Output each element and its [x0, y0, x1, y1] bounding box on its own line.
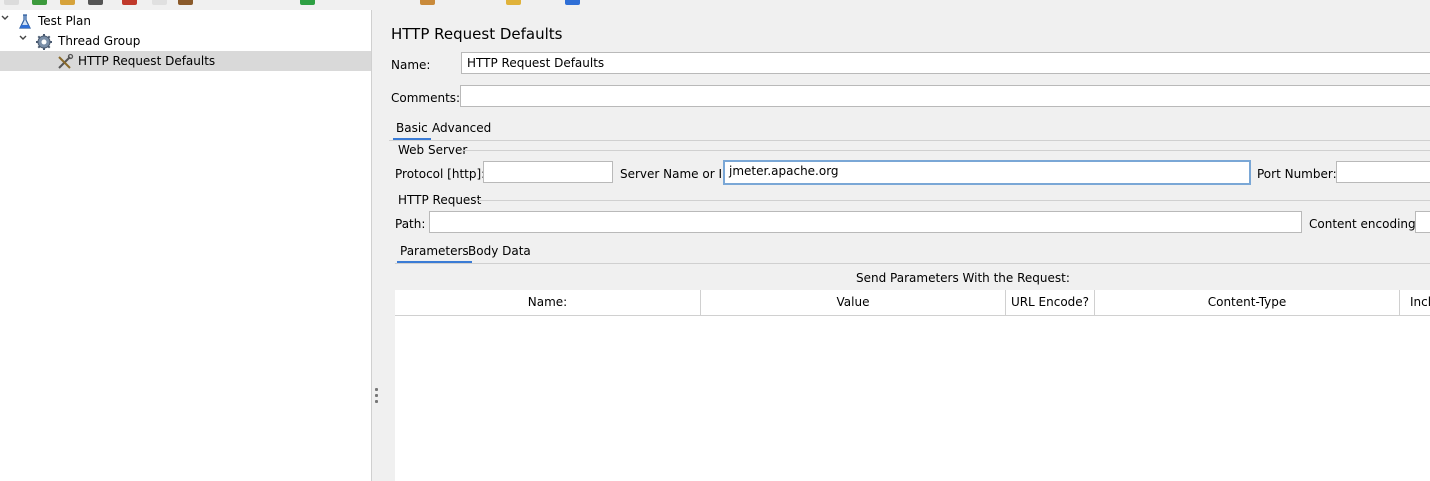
- web-server-section-label: Web Server: [398, 143, 468, 157]
- tab-divider: [389, 140, 1430, 141]
- port-number-field[interactable]: [1336, 161, 1430, 183]
- flask-icon: [16, 13, 34, 31]
- toolbar: [0, 0, 1430, 7]
- copy-icon[interactable]: [152, 0, 167, 5]
- config-panel: HTTP Request Defaults Name: HTTP Request…: [381, 10, 1430, 481]
- column-header-include[interactable]: Incl: [1400, 290, 1430, 315]
- content-encoding-label: Content encoding:: [1309, 217, 1420, 231]
- chevron-down-icon[interactable]: [18, 33, 28, 43]
- test-plan-tree: Test Plan Thread Group HTTP Request Defa…: [0, 10, 371, 481]
- tree-item-thread-group[interactable]: Thread Group: [0, 31, 371, 51]
- http-request-section-label: HTTP Request: [398, 193, 482, 207]
- gear-icon: [35, 33, 53, 51]
- column-header-value[interactable]: Value: [701, 290, 1006, 315]
- clear-icon[interactable]: [420, 0, 435, 5]
- tree-item-http-request-defaults[interactable]: HTTP Request Defaults: [0, 51, 371, 71]
- table-header: Name: Value URL Encode? Content-Type Inc…: [395, 290, 1430, 316]
- port-number-label: Port Number:: [1257, 167, 1337, 181]
- page-title: HTTP Request Defaults: [391, 25, 563, 43]
- tree-item-label: Test Plan: [38, 14, 91, 28]
- section-divider: [476, 200, 1430, 201]
- server-name-label: Server Name or IP:: [620, 167, 734, 181]
- save-icon[interactable]: [88, 0, 103, 5]
- tab-basic[interactable]: Basic: [393, 121, 431, 140]
- chevron-down-icon[interactable]: [0, 13, 10, 23]
- server-name-field[interactable]: jmeter.apache.org: [723, 160, 1251, 185]
- protocol-field[interactable]: [483, 161, 613, 183]
- splitter-grip-icon[interactable]: [375, 388, 378, 404]
- tree-item-label: Thread Group: [58, 34, 141, 48]
- path-field[interactable]: [429, 211, 1302, 233]
- comments-field[interactable]: [460, 85, 1430, 107]
- function-helper-icon[interactable]: [506, 0, 521, 5]
- cut-icon[interactable]: [122, 0, 137, 5]
- path-label: Path:: [395, 217, 426, 231]
- parameters-caption: Send Parameters With the Request:: [856, 271, 1070, 285]
- help-icon[interactable]: [565, 0, 580, 5]
- column-header-url-encode[interactable]: URL Encode?: [1006, 290, 1095, 315]
- start-icon[interactable]: [300, 0, 315, 5]
- name-field[interactable]: HTTP Request Defaults: [461, 52, 1430, 74]
- templates-icon[interactable]: [32, 0, 47, 5]
- comments-label: Comments:: [391, 91, 461, 105]
- tab-advanced[interactable]: Advanced: [429, 121, 494, 135]
- tree-item-test-plan[interactable]: Test Plan: [0, 11, 371, 31]
- protocol-label: Protocol [http]:: [395, 167, 486, 181]
- content-encoding-field[interactable]: [1415, 211, 1430, 233]
- tree-item-label: HTTP Request Defaults: [78, 54, 216, 68]
- new-icon[interactable]: [4, 0, 19, 5]
- open-icon[interactable]: [60, 0, 75, 5]
- tab-parameters[interactable]: Parameters: [397, 244, 472, 263]
- section-divider: [461, 150, 1430, 151]
- tab-body-data[interactable]: Body Data: [465, 244, 534, 258]
- column-header-content-type[interactable]: Content-Type: [1095, 290, 1400, 315]
- paste-icon[interactable]: [178, 0, 193, 5]
- name-label: Name:: [391, 58, 431, 72]
- parameters-table[interactable]: Name: Value URL Encode? Content-Type Inc…: [395, 290, 1430, 481]
- tab-divider: [395, 263, 1430, 264]
- wrench-icon: [56, 53, 74, 71]
- column-header-name[interactable]: Name:: [395, 290, 701, 315]
